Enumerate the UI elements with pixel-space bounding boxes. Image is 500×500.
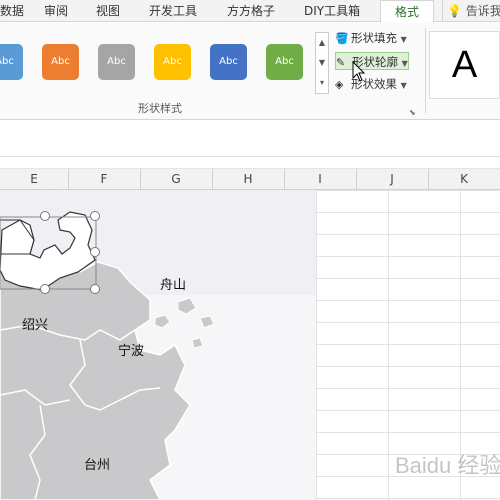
lightbulb-icon: 💡: [447, 4, 462, 18]
effects-icon: ◈: [335, 78, 344, 91]
tell-me-box[interactable]: 💡 告诉我: [442, 0, 500, 22]
resize-handle-bottom-right[interactable]: [90, 284, 100, 294]
mouse-cursor-icon: [352, 61, 366, 82]
paint-bucket-icon: 🪣: [335, 32, 349, 45]
scroll-up-icon[interactable]: ▲: [316, 33, 328, 53]
chevron-down-icon: ▼: [400, 81, 407, 90]
resize-handle-top[interactable]: [40, 211, 50, 221]
scroll-down-icon[interactable]: ▼: [316, 53, 328, 73]
tell-me-label: 告诉我: [465, 4, 500, 18]
dialog-launcher-icon[interactable]: ⬊: [409, 108, 416, 117]
formula-bar-area: [0, 121, 500, 157]
ribbon-body: Abc Abc Abc Abc Abc Abc ▲ ▼ ▾ 🪣形状填充 ▼ ✎形…: [0, 23, 500, 120]
shape-outline-button[interactable]: ✎ 形状轮廓 ▼: [335, 52, 409, 70]
shape-effects-button[interactable]: ◈ 形状效果 ▼: [335, 75, 407, 93]
excel-window: 数据 审阅 视图 开发工具 方方格子 DIY工具箱 格式 💡 告诉我 Abc A…: [0, 0, 500, 500]
map-label-taizhou: 台州: [84, 458, 111, 473]
tab-data[interactable]: 数据: [0, 0, 24, 22]
chevron-down-icon: ▼: [400, 35, 407, 44]
style-swatch-green[interactable]: Abc: [266, 44, 303, 80]
shape-styles-group-label: 形状样式: [138, 102, 182, 115]
tab-developer[interactable]: 开发工具: [149, 0, 197, 22]
style-swatch-orange[interactable]: Abc: [42, 44, 79, 80]
style-swatch-darkblue[interactable]: Abc: [210, 44, 247, 80]
gallery-more-icon[interactable]: ▾: [316, 73, 328, 93]
map-label-ningbo: 宁波: [118, 344, 145, 359]
pen-icon: ✎: [336, 56, 346, 69]
shape-fill-button[interactable]: 🪣 形状填充 ▼: [335, 29, 407, 47]
wordart-style-preview[interactable]: A: [429, 31, 500, 99]
ribbon-divider: [425, 28, 426, 113]
style-swatch-gold[interactable]: Abc: [154, 44, 191, 80]
baidu-jingyan-watermark: Baidu 经验: [395, 453, 500, 478]
column-header-k[interactable]: K: [428, 169, 500, 190]
column-header-g[interactable]: G: [140, 169, 212, 190]
tab-fangfang[interactable]: 方方格子: [227, 0, 275, 22]
tab-view[interactable]: 视图: [96, 0, 120, 22]
resize-handle-top-right[interactable]: [90, 211, 100, 221]
map-label-shaoxing: 绍兴: [22, 318, 49, 333]
chevron-down-icon: ▼: [401, 59, 408, 68]
column-header-e[interactable]: E: [0, 169, 68, 190]
shape-fill-label: 形状填充: [351, 31, 397, 45]
tab-diy-toolbox[interactable]: DIY工具箱: [304, 0, 360, 22]
ribbon-tab-bar: 数据 审阅 视图 开发工具 方方格子 DIY工具箱 格式 💡 告诉我: [0, 0, 500, 23]
style-swatch-blue[interactable]: Abc: [0, 44, 23, 80]
resize-handle-right[interactable]: [90, 247, 100, 257]
map-shapes: [0, 186, 316, 500]
style-gallery-scrollbar[interactable]: ▲ ▼ ▾: [315, 32, 329, 94]
column-header-f[interactable]: F: [68, 169, 140, 190]
column-header-i[interactable]: I: [284, 169, 356, 190]
resize-handle-bottom[interactable]: [40, 284, 50, 294]
column-header-j[interactable]: J: [356, 169, 428, 190]
style-swatch-gray[interactable]: Abc: [98, 44, 135, 80]
tab-review[interactable]: 审阅: [44, 0, 68, 22]
map-label-zhoushan: 舟山: [160, 278, 187, 293]
tab-format[interactable]: 格式: [380, 0, 434, 23]
column-header-row: E F G H I J K: [0, 168, 500, 190]
zhejiang-map-picture[interactable]: 舟山 绍兴 宁波 台州: [0, 186, 316, 500]
column-header-h[interactable]: H: [212, 169, 284, 190]
